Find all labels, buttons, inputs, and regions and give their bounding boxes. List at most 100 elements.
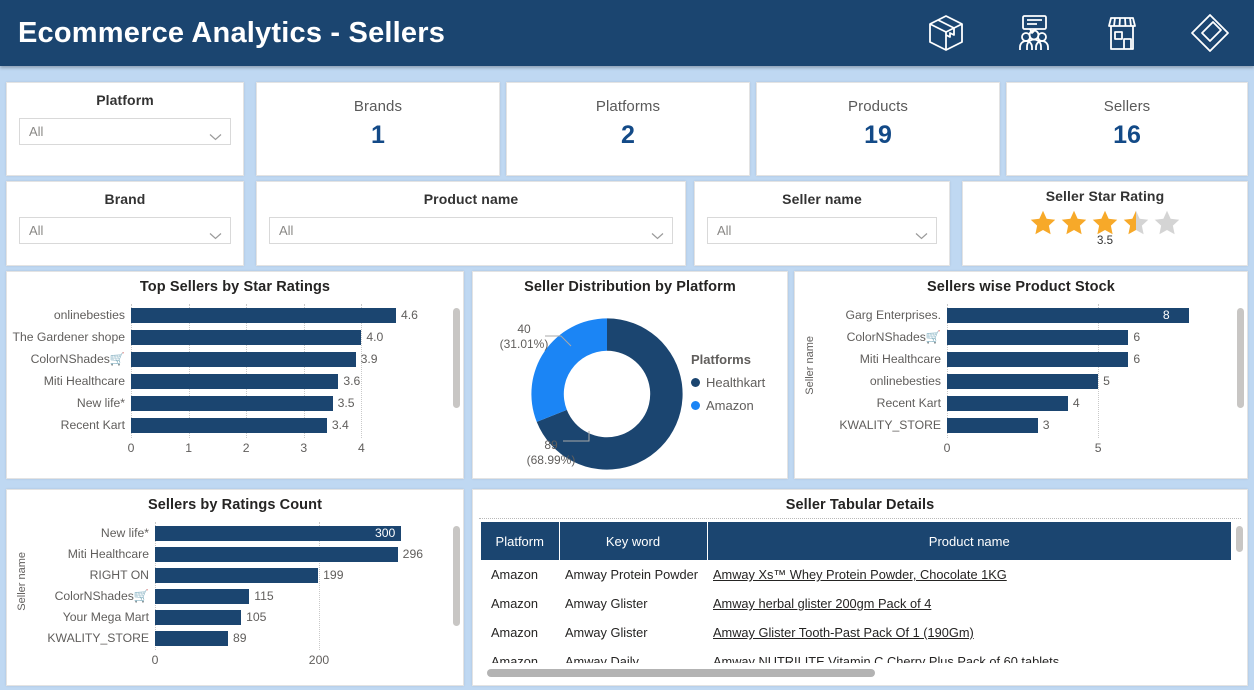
bar[interactable]: [131, 374, 338, 389]
legend-item-amazon[interactable]: Amazon: [691, 398, 765, 413]
kpi-card-platforms[interactable]: Platforms 2: [506, 82, 750, 176]
bar-row[interactable]: onlinebesties5: [813, 370, 1247, 392]
kpi-card-brands[interactable]: Brands 1: [256, 82, 500, 176]
package-box-icon[interactable]: [924, 11, 968, 55]
slicer-brand[interactable]: Brand All: [6, 181, 244, 266]
slicer-platform-dropdown[interactable]: All: [19, 118, 231, 145]
bar-category-label: Your Mega Mart: [25, 610, 155, 624]
slicer-seller-name[interactable]: Seller name All: [694, 181, 950, 266]
column-header-platform[interactable]: Platform: [481, 522, 559, 560]
chart-seller-distribution-by-platform[interactable]: Seller Distribution by Platform 40(31.01…: [472, 271, 788, 479]
x-axis-tick: 5: [1095, 441, 1102, 455]
bar-row[interactable]: The Gardener shope4.0: [7, 326, 463, 348]
bar-row[interactable]: Garg Enterprises.8: [813, 304, 1247, 326]
slicer-product-name-label: Product name: [257, 182, 685, 207]
seller-details-table: Platform Key word Product name AmazonAmw…: [481, 522, 1231, 663]
chart-sellers-by-ratings-count[interactable]: Sellers by Ratings Count Seller name New…: [6, 489, 464, 686]
bar-row[interactable]: New life*300: [25, 522, 463, 543]
store-front-icon[interactable]: [1100, 11, 1144, 55]
x-axis-tick: 4: [358, 441, 365, 455]
chevron-down-icon[interactable]: [915, 227, 928, 235]
bar[interactable]: [131, 352, 356, 367]
bar-row[interactable]: ColorNShades🛒3.9: [7, 348, 463, 370]
x-axis-tick: 200: [309, 653, 329, 667]
bar-row[interactable]: Recent Kart3.4: [7, 414, 463, 436]
slicer-platform-label: Platform: [7, 83, 243, 108]
chart-vertical-scrollbar[interactable]: [453, 308, 460, 408]
seller-tabular-details-card[interactable]: Seller Tabular Details Platform Key word…: [472, 489, 1248, 686]
cell-product-name[interactable]: Amway herbal glister 200gm Pack of 4: [707, 589, 1231, 618]
slicer-product-name[interactable]: Product name All: [256, 181, 686, 266]
kpi-card-sellers[interactable]: Sellers 16: [1006, 82, 1248, 176]
bar-row[interactable]: RIGHT ON199: [25, 564, 463, 585]
table-row[interactable]: AmazonAmway Protein PowderAmway Xs™ Whey…: [481, 560, 1231, 589]
bar[interactable]: [947, 396, 1068, 411]
slicer-seller-name-dropdown[interactable]: All: [707, 217, 937, 244]
bar-row[interactable]: ColorNShades🛒115: [25, 585, 463, 606]
bar-row[interactable]: KWALITY_STORE3: [813, 414, 1247, 436]
cell-key-word: Amway Glister: [559, 589, 707, 618]
chevron-down-icon[interactable]: [209, 128, 222, 136]
x-axis-tick: 2: [243, 441, 250, 455]
table-horizontal-scrollbar[interactable]: [487, 669, 875, 677]
cell-product-name[interactable]: Amway Glister Tooth-Past Pack Of 1 (190G…: [707, 618, 1231, 647]
bar[interactable]: [947, 352, 1128, 367]
bar[interactable]: [155, 631, 228, 646]
bar[interactable]: [155, 526, 401, 541]
diamond-tag-icon[interactable]: [1188, 11, 1232, 55]
bar-row[interactable]: Miti Healthcare6: [813, 348, 1247, 370]
table-body: AmazonAmway Protein PowderAmway Xs™ Whey…: [481, 560, 1231, 663]
column-header-product-name[interactable]: Product name: [707, 522, 1231, 560]
bar[interactable]: [947, 308, 1189, 323]
bar-row[interactable]: Your Mega Mart105: [25, 606, 463, 627]
cell-product-name[interactable]: Amway Xs™ Whey Protein Powder, Chocolate…: [707, 560, 1231, 589]
bar-row[interactable]: ColorNShades🛒6: [813, 326, 1247, 348]
bar[interactable]: [131, 330, 361, 345]
table-scroll-region[interactable]: Platform Key word Product name AmazonAmw…: [481, 522, 1231, 663]
table-vertical-scrollbar[interactable]: [1236, 526, 1243, 552]
bar-value-label: 3: [1043, 418, 1050, 432]
bar-row[interactable]: Miti Healthcare 296: [25, 543, 463, 564]
legend-item-healthkart[interactable]: Healthkart: [691, 375, 765, 390]
bar-row[interactable]: Recent Kart4: [813, 392, 1247, 414]
chart-plot-area: onlinebesties4.6The Gardener shope4.0Col…: [7, 304, 463, 472]
bar[interactable]: [155, 547, 398, 562]
customers-group-icon[interactable]: [1012, 11, 1056, 55]
kpi-card-products[interactable]: Products 19: [756, 82, 1000, 176]
bar[interactable]: [155, 589, 249, 604]
slicer-platform[interactable]: Platform All: [6, 82, 244, 176]
slicer-product-name-dropdown[interactable]: All: [269, 217, 673, 244]
bar-category-label: Garg Enterprises.: [813, 308, 947, 322]
bar-category-label: Miti Healthcare: [25, 547, 155, 561]
bar[interactable]: [947, 330, 1128, 345]
bar-row[interactable]: New life*3.5: [7, 392, 463, 414]
chart-vertical-scrollbar[interactable]: [1237, 308, 1244, 408]
bar-category-label: The Gardener shope: [7, 330, 131, 344]
cell-product-name[interactable]: Amway NUTRILITE Vitamin C Cherry Plus,Pa…: [707, 647, 1231, 663]
donut-legend: Platforms Healthkart Amazon: [691, 352, 765, 413]
bar[interactable]: [947, 374, 1098, 389]
bar[interactable]: [155, 610, 241, 625]
bar[interactable]: [131, 396, 333, 411]
chart-title: Sellers wise Product Stock: [795, 272, 1247, 295]
chart-sellers-wise-product-stock[interactable]: Sellers wise Product Stock Seller name G…: [794, 271, 1248, 479]
bar-row[interactable]: onlinebesties4.6: [7, 304, 463, 326]
table-row[interactable]: AmazonAmway DailyAmway NUTRILITE Vitamin…: [481, 647, 1231, 663]
bar[interactable]: [947, 418, 1038, 433]
chart-top-sellers-by-star-ratings[interactable]: Top Sellers by Star Ratings onlinebestie…: [6, 271, 464, 479]
bar-value-label: 296: [403, 547, 423, 561]
table-row[interactable]: AmazonAmway GlisterAmway Glister Tooth-P…: [481, 618, 1231, 647]
bar[interactable]: [155, 568, 318, 583]
bar-row[interactable]: Miti Healthcare3.6: [7, 370, 463, 392]
chart-vertical-scrollbar[interactable]: [453, 526, 460, 626]
chevron-down-icon[interactable]: [651, 227, 664, 235]
slicer-brand-dropdown[interactable]: All: [19, 217, 231, 244]
chevron-down-icon[interactable]: [209, 227, 222, 235]
bar-row[interactable]: KWALITY_STORE89: [25, 627, 463, 648]
bar[interactable]: [131, 418, 327, 433]
x-axis-tick: 3: [300, 441, 307, 455]
table-row[interactable]: AmazonAmway GlisterAmway herbal glister …: [481, 589, 1231, 618]
bar[interactable]: [131, 308, 396, 323]
bar-category-label: RIGHT ON: [25, 568, 155, 582]
column-header-key-word[interactable]: Key word: [559, 522, 707, 560]
